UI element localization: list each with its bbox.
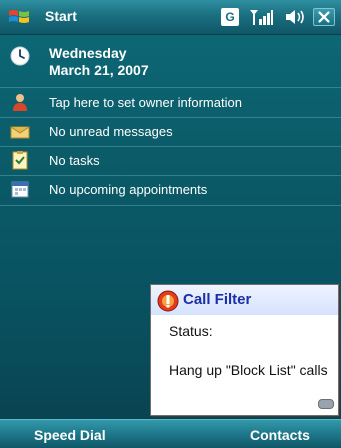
calendar-icon <box>11 181 29 198</box>
speed-dial-softkey[interactable]: Speed Dial <box>34 427 106 443</box>
appointments-text: No upcoming appointments <box>49 182 208 197</box>
notification-header: Call Filter <box>151 285 338 315</box>
date-item[interactable]: Wednesday March 21, 2007 <box>0 36 341 86</box>
messages-text: No unread messages <box>49 124 173 139</box>
notification-handle[interactable] <box>318 399 334 409</box>
close-icon[interactable] <box>313 8 335 26</box>
messages-item[interactable]: No unread messages <box>0 118 341 146</box>
call-filter-app-icon <box>157 290 179 312</box>
owner-info-text: Tap here to set owner information <box>49 95 242 110</box>
date-full: March 21, 2007 <box>49 62 149 78</box>
divider <box>0 87 341 88</box>
owner-person-icon <box>13 94 27 111</box>
notification-title: Call Filter <box>183 291 252 308</box>
start-menu-label[interactable]: Start <box>45 8 77 24</box>
notification-status-label: Status: <box>169 323 213 339</box>
envelope-icon <box>10 126 30 139</box>
owner-info-item[interactable]: Tap here to set owner information <box>0 89 341 117</box>
date-day: Wednesday <box>49 45 127 61</box>
task-clipboard-icon <box>12 151 28 170</box>
volume-icon[interactable] <box>283 8 305 26</box>
signal-icon[interactable] <box>248 8 274 26</box>
tasks-text: No tasks <box>49 153 100 168</box>
divider <box>0 205 341 206</box>
call-filter-notification[interactable]: Call Filter Status: Hang up "Block List"… <box>150 284 339 416</box>
clock-icon <box>10 46 30 66</box>
tasks-item[interactable]: No tasks <box>0 147 341 175</box>
windows-flag-icon[interactable] <box>8 7 30 27</box>
contacts-softkey[interactable]: Contacts <box>250 427 310 443</box>
soft-key-bar: Speed Dial Contacts <box>0 419 341 448</box>
appointments-item[interactable]: No upcoming appointments <box>0 176 341 204</box>
gprs-icon[interactable]: G <box>221 8 239 26</box>
today-screen: Start G Wednesday March 21, 2007 Tap her… <box>0 0 341 448</box>
notification-message: Hang up "Block List" calls <box>169 362 328 378</box>
title-bar: Start G <box>0 0 341 35</box>
